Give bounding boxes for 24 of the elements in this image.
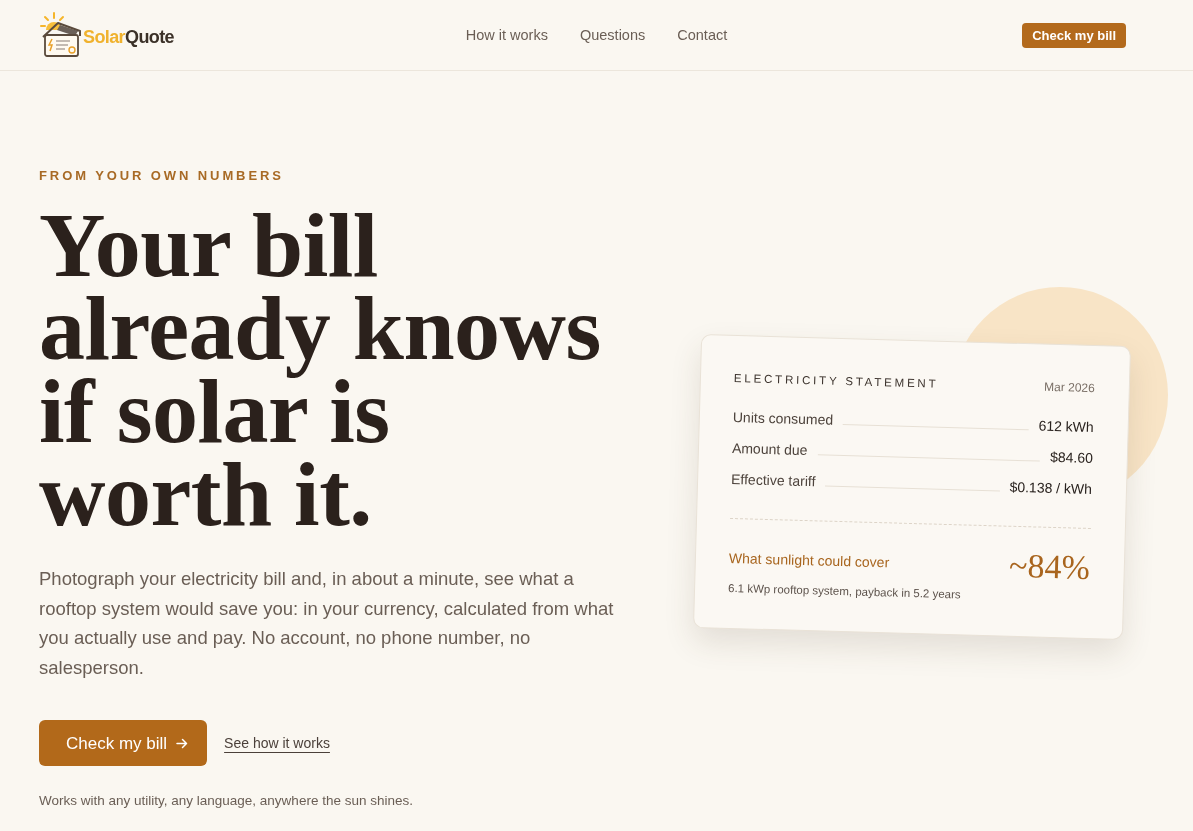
- check-bill-button[interactable]: Check my bill: [39, 720, 208, 766]
- row-value: $0.138 / kWh: [1009, 478, 1093, 498]
- logo-icon: [40, 12, 82, 58]
- statement-date: Mar 2026: [1044, 380, 1095, 395]
- how-it-works-link[interactable]: See how it works: [224, 736, 330, 750]
- coverage-label: What sunlight could cover: [728, 550, 890, 569]
- arrow-icon: [176, 737, 189, 749]
- eyebrow-text: FROM YOUR OWN NUMBERS: [39, 169, 284, 182]
- headline: Your bill already knows if solar is worth it.: [39, 204, 602, 536]
- row-label: Amount due: [731, 439, 808, 459]
- nav-link[interactable]: How it works: [465, 27, 548, 43]
- row-value: 612 kWh: [1038, 417, 1094, 436]
- row-label: Units consumed: [732, 408, 834, 429]
- check-bill-button[interactable]: Check my bill: [1022, 22, 1126, 48]
- footnote-text: Works with any utility, any language, anywhere the sun shines.: [39, 793, 413, 809]
- row-label: Effective tariff: [730, 470, 816, 490]
- coverage-value: ~84%: [1008, 548, 1091, 585]
- nav-link[interactable]: Questions: [579, 27, 646, 43]
- brand-name: SolarQuote: [83, 25, 175, 46]
- coverage-detail: 6.1 kWp rooftop system, payback in 5.2 years: [727, 582, 962, 602]
- nav-link[interactable]: Contact: [677, 27, 728, 43]
- row-value: $84.60: [1049, 448, 1094, 467]
- intro-paragraph: Photograph your electricity bill and, in about a minute, see what a rooftop system would save you: in your currency, calculated from what you actually use and pay. No account, no phone number, no salesperson.: [39, 567, 615, 680]
- card-title: ELECTRICITY STATEMENT: [733, 373, 939, 391]
